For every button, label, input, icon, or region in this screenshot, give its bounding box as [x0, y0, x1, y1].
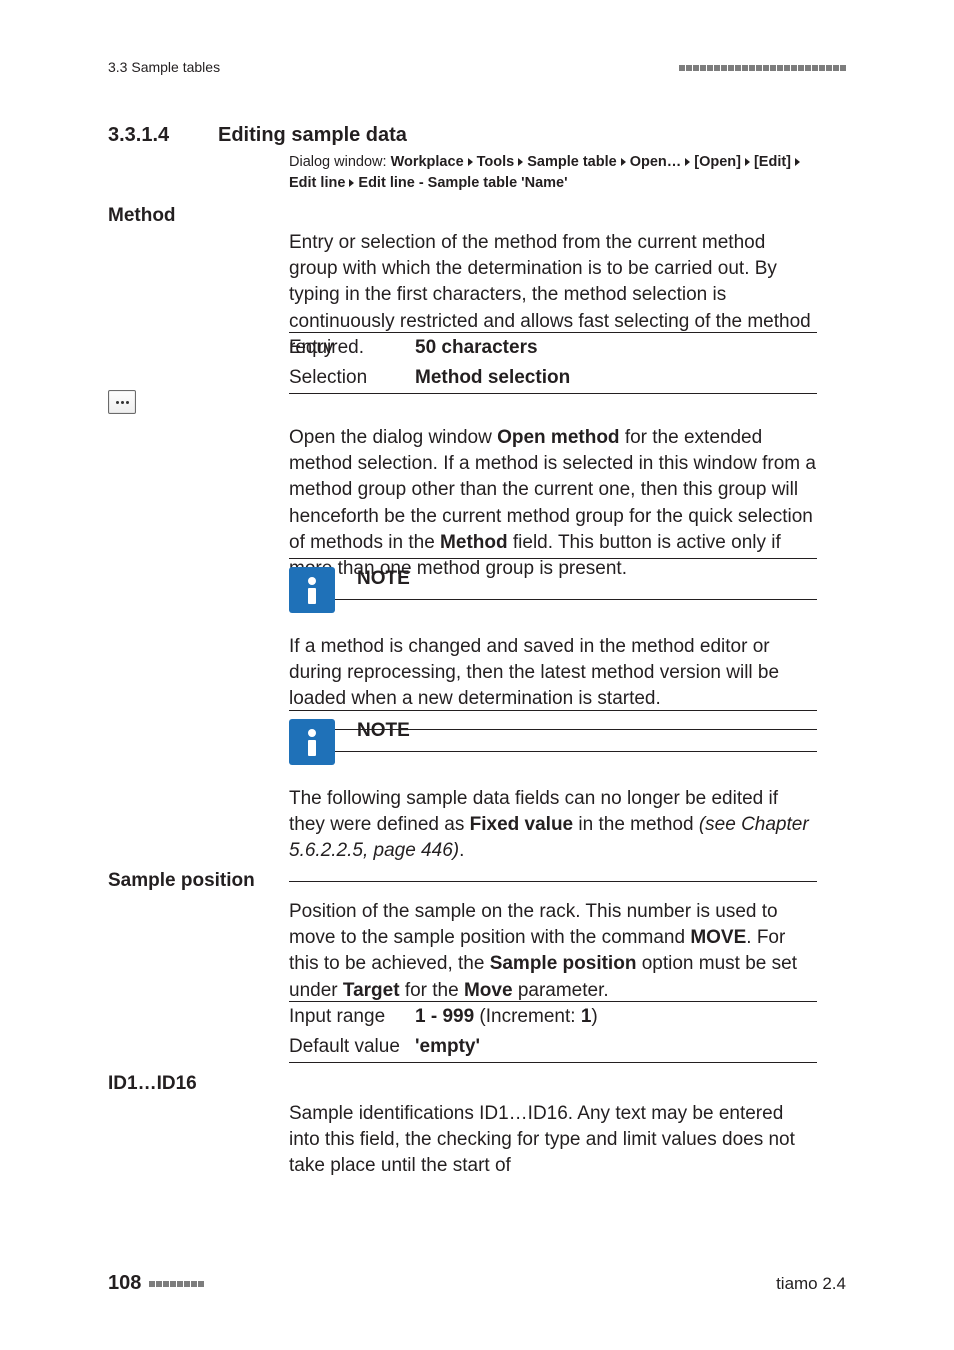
dialog-prefix: Dialog window: — [289, 154, 387, 170]
section-number: 3.3.1.4 — [108, 122, 182, 150]
dialog-step: Tools — [477, 154, 515, 170]
text-bold: Open method — [497, 427, 619, 448]
chevron-right-icon — [791, 154, 804, 170]
chevron-right-icon — [681, 154, 694, 170]
text-bold: Target — [343, 980, 400, 1001]
running-header: 3.3 Sample tables — [0, 58, 954, 77]
dialog-step: Workplace — [391, 154, 464, 170]
text-bold: Sample position — [490, 953, 637, 974]
table-row: Default value 'empty' — [289, 1032, 817, 1063]
note-title: NOTE — [357, 566, 410, 592]
sample-position-label: Sample position — [108, 868, 278, 894]
table-row: Input range 1 - 999 (Increment: 1) — [289, 1002, 817, 1032]
section-title: Editing sample data — [218, 122, 407, 150]
selection-value: Method selection — [415, 363, 817, 394]
table-row: Selection Method selection — [289, 363, 817, 394]
text-bold: Method — [440, 532, 508, 553]
dialog-step: Edit line - Sample table 'Name' — [358, 175, 567, 191]
page-footer: 108 tiamo 2.4 — [0, 1270, 954, 1298]
page-number: 108 — [108, 1270, 141, 1298]
sample-position-description: Position of the sample on the rack. This… — [289, 899, 817, 1004]
id-description: Sample identifications ID1…ID16. Any tex… — [289, 1101, 817, 1180]
chevron-right-icon — [514, 154, 527, 170]
input-range-value: 1 - 999 (Increment: 1) — [415, 1002, 817, 1032]
text: ) — [591, 1006, 597, 1027]
header-ornament — [679, 65, 846, 71]
chevron-right-icon — [464, 154, 477, 170]
chevron-right-icon — [617, 154, 630, 170]
text: in the method — [573, 814, 699, 835]
dialog-step: Open… — [630, 154, 682, 170]
dialog-step: Sample table — [527, 154, 616, 170]
dialog-step: [Edit] — [754, 154, 791, 170]
text-bold: 1 — [581, 1006, 592, 1027]
table-row: Entry 50 characters — [289, 333, 817, 363]
page-number-group: 108 — [108, 1270, 204, 1298]
method-table: Entry 50 characters Selection Method sel… — [289, 332, 817, 394]
section-path: 3.3 Sample tables — [108, 58, 220, 77]
ellipsis-button-icon — [108, 390, 136, 414]
text: parameter. — [513, 980, 609, 1001]
footer-ornament — [149, 1281, 204, 1287]
input-range-label: Input range — [289, 1002, 415, 1032]
chevron-right-icon — [741, 154, 754, 170]
default-value-label: Default value — [289, 1032, 415, 1063]
note-body: If a method is changed and saved in the … — [289, 600, 817, 723]
entry-label: Entry — [289, 333, 415, 363]
chevron-right-icon — [345, 175, 358, 191]
selection-label: Selection — [289, 363, 415, 394]
text-bold: Move — [464, 980, 513, 1001]
info-icon — [289, 719, 335, 765]
product-name: tiamo 2.4 — [776, 1272, 846, 1295]
section-heading: 3.3.1.4 Editing sample data — [108, 122, 407, 150]
sample-position-table: Input range 1 - 999 (Increment: 1) Defau… — [289, 1001, 817, 1063]
text: for the — [400, 980, 464, 1001]
text: . — [459, 840, 464, 861]
entry-value: 50 characters — [415, 333, 817, 363]
text-bold: Fixed value — [470, 814, 574, 835]
text-bold: MOVE — [690, 927, 746, 948]
dialog-step: Edit line — [289, 175, 345, 191]
note-box: NOTE If a method is changed and saved in… — [289, 558, 817, 730]
id-label: ID1…ID16 — [108, 1071, 278, 1097]
method-label: Method — [108, 203, 278, 229]
default-value: 'empty' — [415, 1032, 817, 1063]
text: (Increment: — [474, 1006, 581, 1027]
note-title: NOTE — [357, 718, 410, 744]
info-icon — [289, 567, 335, 613]
note-body: The following sample data fields can no … — [289, 752, 817, 875]
text: Open the dialog window — [289, 427, 497, 448]
dialog-step: [Open] — [694, 154, 741, 170]
text-bold: 1 - 999 — [415, 1006, 474, 1027]
note-box: NOTE The following sample data fields ca… — [289, 710, 817, 882]
dialog-path: Dialog window: Workplace Tools Sample tabl… — [289, 152, 817, 194]
